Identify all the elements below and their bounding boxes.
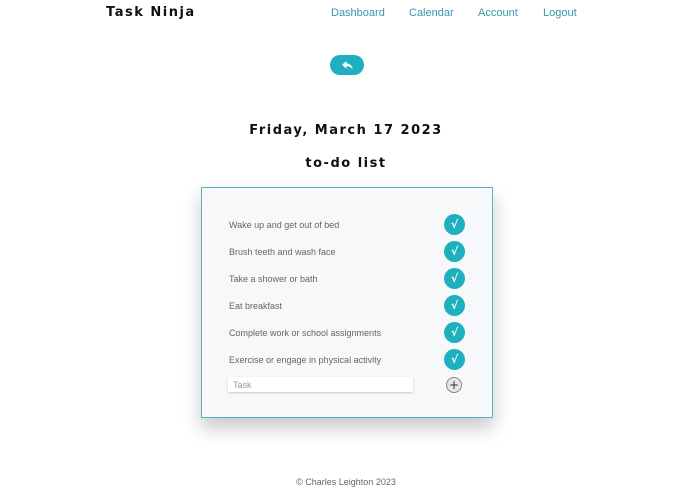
nav-calendar[interactable]: Calendar	[409, 6, 454, 20]
complete-task-button[interactable]: √	[444, 295, 465, 316]
task-row: Take a shower or bath √	[202, 268, 492, 290]
nav-account[interactable]: Account	[478, 6, 518, 20]
complete-task-button[interactable]: √	[444, 349, 465, 370]
todo-card: Wake up and get out of bed √ Brush teeth…	[201, 187, 493, 418]
task-label: Take a shower or bath	[229, 274, 318, 284]
reply-arrow-icon	[341, 60, 353, 70]
list-title: to-do list	[305, 156, 387, 171]
task-row: Eat breakfast √	[202, 295, 492, 317]
footer-copyright: © Charles Leighton 2023	[296, 477, 396, 487]
task-row: Exercise or engage in physical activity …	[202, 349, 492, 371]
task-label: Wake up and get out of bed	[229, 220, 340, 230]
task-label: Brush teeth and wash face	[229, 247, 336, 257]
back-button[interactable]	[330, 55, 364, 75]
task-row: Brush teeth and wash face √	[202, 241, 492, 263]
nav-logout[interactable]: Logout	[543, 6, 577, 20]
complete-task-button[interactable]: √	[444, 268, 465, 289]
nav-dashboard[interactable]: Dashboard	[331, 6, 385, 20]
task-label: Eat breakfast	[229, 301, 283, 311]
task-row: Complete work or school assignments √	[202, 322, 492, 344]
complete-task-button[interactable]: √	[444, 322, 465, 343]
main-nav: Dashboard Calendar Account Logout	[0, 6, 700, 20]
current-date: Friday, March 17 2023	[249, 123, 443, 138]
task-row: Wake up and get out of bed √	[202, 214, 492, 236]
complete-task-button[interactable]: √	[444, 241, 465, 262]
new-task-input[interactable]	[228, 377, 413, 392]
complete-task-button[interactable]: √	[444, 214, 465, 235]
add-task-button[interactable]: +	[446, 377, 462, 393]
task-label: Exercise or engage in physical activity	[229, 355, 382, 365]
task-label: Complete work or school assignments	[229, 328, 382, 338]
